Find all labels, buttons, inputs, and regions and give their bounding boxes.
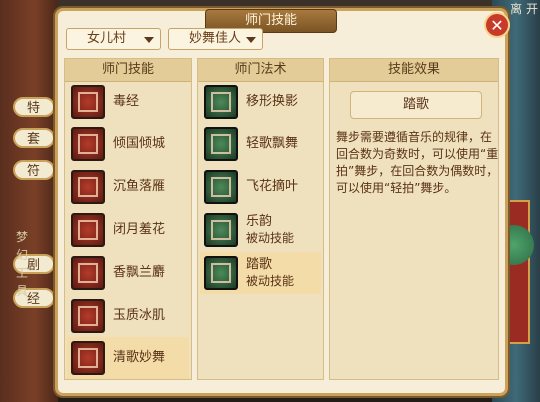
spell-label: 移形换影 bbox=[246, 94, 299, 109]
leave-button[interactable]: 离 开 bbox=[510, 0, 538, 17]
skill-item[interactable]: 倾国倾城 bbox=[67, 123, 189, 165]
spell-label: 飞花摘叶 bbox=[246, 179, 299, 194]
spell-icon bbox=[204, 85, 238, 119]
spell-sublabel: 被动技能 bbox=[246, 231, 295, 245]
skill-icon bbox=[71, 341, 105, 375]
skill-icon bbox=[71, 256, 105, 290]
chevron-down-icon bbox=[144, 37, 154, 43]
spell-icon bbox=[204, 170, 238, 204]
side-tab-1[interactable]: 特 bbox=[13, 97, 55, 117]
skill-label: 玉质冰肌 bbox=[113, 308, 166, 323]
spell-label: 踏歌 被动技能 bbox=[246, 257, 295, 288]
skill-label: 清歌妙舞 bbox=[113, 350, 166, 365]
skill-item[interactable]: 沉鱼落雁 bbox=[67, 166, 189, 208]
spell-icon bbox=[204, 213, 238, 247]
skills-column: 师门技能 毒经 倾国倾城 沉鱼落雁 闭月羞花 香飘兰麝 玉质冰肌 清歌妙舞 bbox=[64, 58, 192, 380]
skill-icon bbox=[71, 170, 105, 204]
school-dropdown-value: 女儿村 bbox=[87, 31, 127, 46]
spell-item[interactable]: 轻歌飘舞 bbox=[200, 123, 321, 165]
skill-line-dropdown[interactable]: 妙舞佳人 bbox=[168, 28, 263, 50]
spell-label: 轻歌飘舞 bbox=[246, 136, 299, 151]
side-tab-3[interactable]: 符 bbox=[13, 160, 55, 180]
spell-label: 乐韵 被动技能 bbox=[246, 214, 295, 245]
spell-sublabel: 被动技能 bbox=[246, 274, 295, 288]
skill-label: 香飘兰麝 bbox=[113, 265, 166, 280]
spell-item[interactable]: 飞花摘叶 bbox=[200, 166, 321, 208]
effect-column-header: 技能效果 bbox=[330, 59, 498, 82]
spells-column: 师门法术 移形换影 轻歌飘舞 飞花摘叶 乐韵 被动技能 踏歌 被动技能 bbox=[197, 58, 324, 380]
skill-label: 闭月羞花 bbox=[113, 222, 166, 237]
left-pillar bbox=[0, 0, 58, 402]
school-dropdown[interactable]: 女儿村 bbox=[66, 28, 161, 50]
effect-description: 舞步需要遵循音乐的规律，在回合数为奇数时，可以使用“重拍”舞步，在回合数为偶数时… bbox=[336, 130, 499, 195]
close-button[interactable]: ✕ bbox=[484, 12, 510, 38]
spell-item[interactable]: 乐韵 被动技能 bbox=[200, 209, 321, 251]
spells-column-header: 师门法术 bbox=[198, 59, 323, 82]
skill-item[interactable]: 香飘兰麝 bbox=[67, 252, 189, 294]
skill-item[interactable]: 毒经 bbox=[67, 81, 189, 123]
skill-label: 毒经 bbox=[113, 94, 140, 109]
side-vertical-label: 梦幻工具 bbox=[16, 230, 29, 298]
spell-item-selected[interactable]: 踏歌 被动技能 bbox=[200, 252, 321, 294]
skill-label: 倾国倾城 bbox=[113, 136, 166, 151]
skill-icon bbox=[71, 299, 105, 333]
chevron-down-icon bbox=[246, 37, 256, 43]
skill-icon bbox=[71, 85, 105, 119]
spell-icon bbox=[204, 256, 238, 290]
skill-icon bbox=[71, 213, 105, 247]
skill-label: 沉鱼落雁 bbox=[113, 179, 166, 194]
side-tab-2[interactable]: 套 bbox=[13, 128, 55, 148]
skill-item-selected[interactable]: 清歌妙舞 bbox=[67, 337, 189, 379]
skill-item[interactable]: 玉质冰肌 bbox=[67, 295, 189, 337]
skill-line-dropdown-value: 妙舞佳人 bbox=[189, 31, 242, 46]
spell-icon bbox=[204, 127, 238, 161]
effect-column: 技能效果 踏歌 舞步需要遵循音乐的规律，在回合数为奇数时，可以使用“重拍”舞步，… bbox=[329, 58, 499, 380]
spell-item[interactable]: 移形换影 bbox=[200, 81, 321, 123]
skill-item[interactable]: 闭月羞花 bbox=[67, 209, 189, 251]
skills-column-header: 师门技能 bbox=[65, 59, 191, 82]
skill-icon bbox=[71, 127, 105, 161]
effect-title: 踏歌 bbox=[350, 91, 482, 119]
